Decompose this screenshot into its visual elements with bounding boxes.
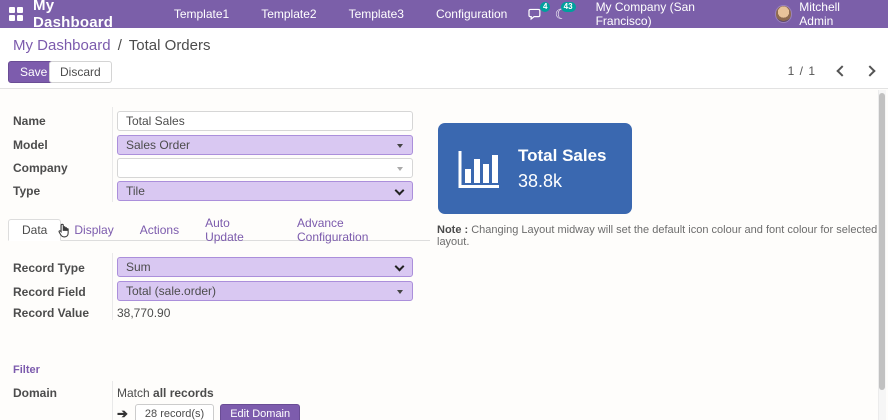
discard-button[interactable]: Discard xyxy=(49,61,112,83)
user-menu[interactable]: Mitchell Admin xyxy=(792,0,888,28)
record-type-value: Sum xyxy=(126,260,151,274)
name-input[interactable] xyxy=(117,111,413,131)
breadcrumb-separator: / xyxy=(115,37,125,54)
record-type-select[interactable]: Sum xyxy=(117,257,413,277)
company-label: Company xyxy=(13,161,68,175)
arrow-right-icon: ➔ xyxy=(117,406,128,420)
apps-grid-icon[interactable] xyxy=(9,7,23,21)
company-caret-icon xyxy=(397,167,403,171)
note-prefix: Note : xyxy=(437,224,468,236)
control-panel: My Dashboard / Total Orders Save Discard… xyxy=(0,28,888,89)
pager-next-icon[interactable] xyxy=(864,65,875,76)
pager-previous-icon[interactable] xyxy=(836,65,847,76)
model-label: Model xyxy=(13,138,48,152)
systray: 4 ☾ 43 My Company (San Francisco) Mitche… xyxy=(523,0,888,28)
record-type-label: Record Type xyxy=(13,261,85,275)
company-select[interactable] xyxy=(117,158,413,178)
edit-domain-button[interactable]: Edit Domain xyxy=(220,404,300,420)
nav-item-template3[interactable]: Template3 xyxy=(333,0,420,28)
breadcrumb-parent[interactable]: My Dashboard xyxy=(13,37,111,54)
mouse-hand-cursor xyxy=(57,223,72,240)
tile-preview: Total Sales 38.8k xyxy=(438,123,632,214)
pager: 1 / 1 xyxy=(788,64,874,78)
tab-actions[interactable]: Actions xyxy=(127,219,192,241)
layout-note: Note : Changing Layout midway will set t… xyxy=(437,224,885,248)
record-value: 38,770.90 xyxy=(117,306,170,320)
nav-item-configuration[interactable]: Configuration xyxy=(420,0,523,28)
match-bold: all records xyxy=(153,386,214,400)
domain-separator-line xyxy=(112,381,113,420)
tile-value: 38.8k xyxy=(518,171,607,192)
record-field-caret-icon xyxy=(397,290,403,294)
domain-label: Domain xyxy=(13,386,57,400)
tile-title: Total Sales xyxy=(518,146,607,166)
record-field-value: Total (sale.order) xyxy=(126,284,216,298)
activities-icon[interactable]: ☾ 43 xyxy=(548,0,573,28)
breadcrumb-current: Total Orders xyxy=(129,37,211,54)
nav-item-template2[interactable]: Template2 xyxy=(245,0,332,28)
match-prefix: Match xyxy=(117,386,153,400)
record-value-label: Record Value xyxy=(13,306,89,320)
domain-match-text: Match all records xyxy=(117,386,214,400)
user-avatar[interactable] xyxy=(775,5,792,23)
scrollbar-thumb[interactable] xyxy=(879,93,885,390)
breadcrumb: My Dashboard / Total Orders xyxy=(13,37,211,54)
name-label: Name xyxy=(13,114,46,128)
tab-data[interactable]: Data xyxy=(8,219,61,241)
model-caret-icon xyxy=(397,144,403,148)
type-chevron-icon xyxy=(395,186,405,196)
messages-icon[interactable]: 4 xyxy=(523,0,548,28)
tile-text: Total Sales 38.8k xyxy=(518,146,607,192)
activities-badge: 43 xyxy=(561,2,576,12)
tab-advance-configuration[interactable]: Advance Configuration xyxy=(284,219,430,241)
note-text: Changing Layout midway will set the defa… xyxy=(437,224,877,248)
company-switcher[interactable]: My Company (San Francisco) xyxy=(574,0,775,28)
tab-auto-update[interactable]: Auto Update xyxy=(192,219,284,241)
model-select[interactable]: Sales Order xyxy=(117,135,413,155)
record-field-label: Record Field xyxy=(13,285,86,299)
model-value: Sales Order xyxy=(126,138,190,152)
record-separator-line xyxy=(112,253,113,320)
type-select[interactable]: Tile xyxy=(117,181,413,201)
record-count-button[interactable]: 28 record(s) xyxy=(135,404,214,420)
top-navbar: My Dashboard Template1 Template2 Templat… xyxy=(0,0,888,28)
app-window: My Dashboard Template1 Template2 Templat… xyxy=(0,0,888,420)
bar-chart-icon xyxy=(455,146,501,192)
record-field-select[interactable]: Total (sale.order) xyxy=(117,281,413,301)
nav-item-template1[interactable]: Template1 xyxy=(158,0,245,28)
type-value: Tile xyxy=(126,184,145,198)
type-label: Type xyxy=(13,184,40,198)
record-type-chevron-icon xyxy=(395,262,405,272)
pager-count: 1 / 1 xyxy=(788,64,816,78)
app-title[interactable]: My Dashboard xyxy=(33,0,136,31)
nav-menu: Template1 Template2 Template3 Configurat… xyxy=(158,0,524,28)
form-separator-line xyxy=(112,107,113,202)
domain-row: ➔ 28 record(s) Edit Domain xyxy=(117,404,300,420)
filter-heading: Filter xyxy=(13,364,40,376)
